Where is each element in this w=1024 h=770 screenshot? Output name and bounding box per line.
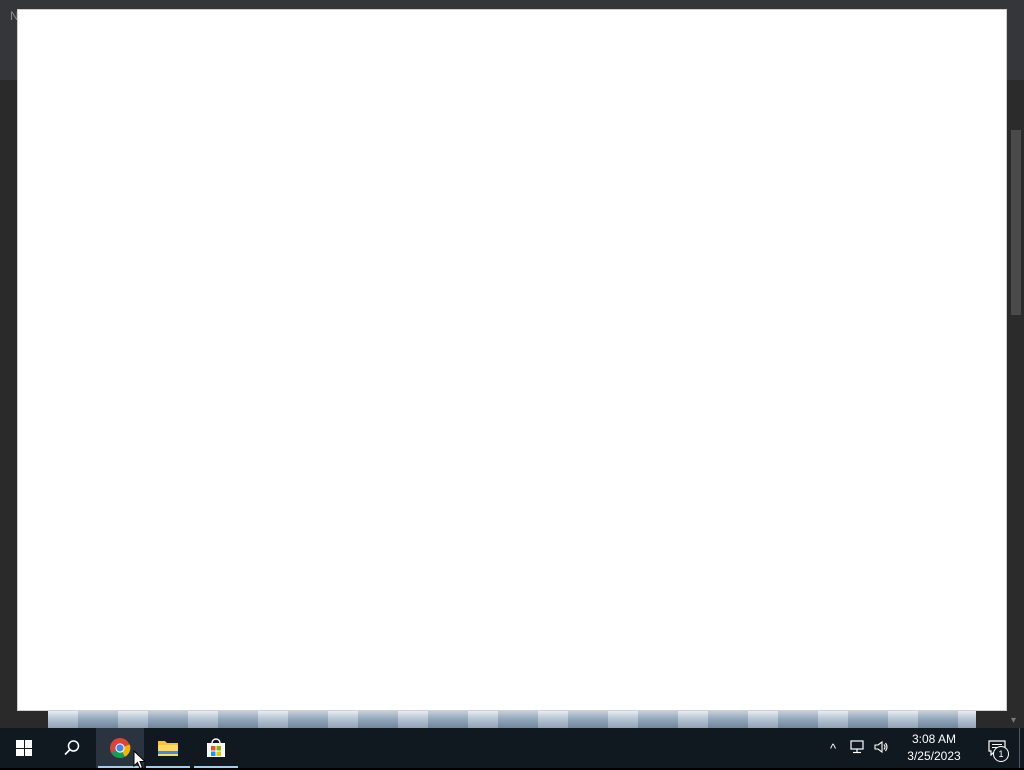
start-button[interactable] — [0, 728, 48, 768]
chrome-icon — [110, 738, 131, 759]
clock-date: 3/25/2023 — [907, 749, 961, 763]
show-hidden-icons-chevron-icon[interactable]: ^ — [821, 741, 845, 756]
search-icon — [64, 740, 80, 756]
taskbar-clock[interactable]: 3:08 AM 3/25/2023 — [901, 731, 967, 765]
notification-count-badge: 1 — [993, 746, 1009, 762]
show-desktop-button[interactable] — [1019, 728, 1024, 768]
background-image-strip — [48, 711, 976, 728]
scroll-down-icon[interactable]: ▾ — [1011, 715, 1016, 726]
blank-popup-window[interactable] — [18, 10, 1006, 710]
search-button[interactable] — [48, 728, 96, 768]
taskbar: ^ 3:08 AM 3/25/2023 1 — [0, 728, 1024, 768]
scrollbar-thumb[interactable] — [1011, 130, 1021, 315]
network-icon[interactable] — [845, 739, 869, 757]
action-center-button[interactable]: 1 — [975, 728, 1019, 768]
browser-scrollbar[interactable]: ▾ — [1008, 80, 1024, 728]
system-tray: ^ 3:08 AM 3/25/2023 1 — [821, 728, 1024, 768]
volume-icon[interactable] — [869, 740, 893, 757]
mouse-cursor-icon — [133, 750, 147, 770]
folder-icon — [158, 741, 178, 756]
taskbar-file-explorer-button[interactable] — [144, 728, 192, 768]
windows-logo-icon — [16, 740, 32, 756]
store-icon — [207, 738, 225, 757]
clock-time: 3:08 AM — [911, 732, 957, 746]
taskbar-store-button[interactable] — [192, 728, 240, 768]
